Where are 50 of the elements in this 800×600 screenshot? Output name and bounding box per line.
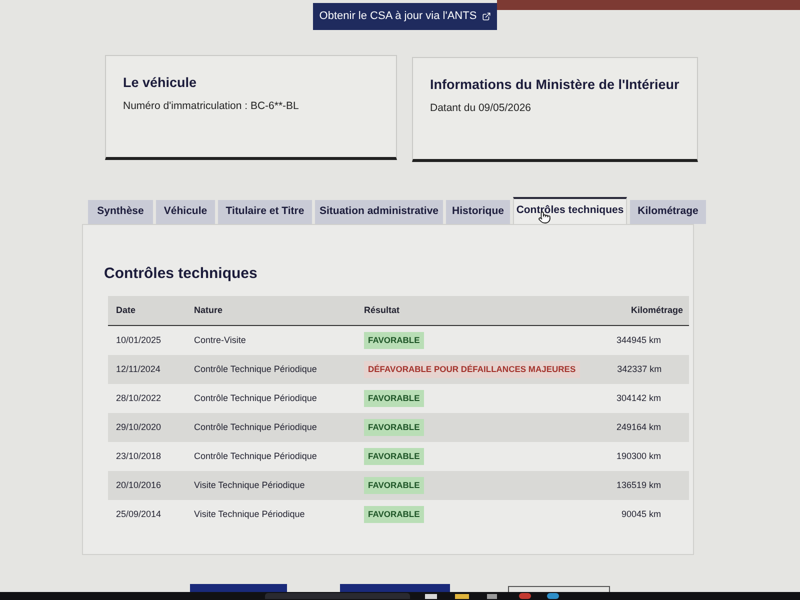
tab[interactable]: Historique bbox=[446, 200, 510, 224]
table-cell-text: 12/11/2024 bbox=[115, 363, 162, 376]
tab[interactable]: Situation administrative bbox=[315, 200, 443, 224]
table-cell-text: Contrôle Technique Périodique bbox=[194, 421, 318, 434]
table-cell-text: 20/10/2016 bbox=[115, 479, 162, 492]
tab[interactable]: Titulaire et Titre bbox=[218, 200, 312, 224]
table-cell-text: 90045 km bbox=[620, 508, 662, 522]
app-icon[interactable] bbox=[455, 594, 469, 599]
column-header: Kilométrage bbox=[630, 304, 684, 318]
external-link-icon bbox=[482, 12, 491, 21]
ants-link-button[interactable]: Obtenir le CSA à jour via l'ANTS bbox=[313, 3, 497, 30]
table-cell-text: 344945 km bbox=[615, 334, 662, 348]
table-cell-text: 10/01/2025 bbox=[115, 334, 162, 348]
result-badge: FAVORABLE bbox=[364, 506, 424, 524]
table-cell-text: Contrôle Technique Périodique bbox=[194, 363, 318, 376]
table-cell-text: 28/10/2022 bbox=[115, 392, 162, 406]
card-title: Le véhicule bbox=[123, 74, 198, 92]
table-cell-text: 136519 km bbox=[615, 479, 662, 492]
result-badge: FAVORABLE bbox=[364, 390, 424, 408]
search-field[interactable] bbox=[265, 593, 410, 600]
table-cell-text: 249164 km bbox=[615, 421, 662, 434]
result-badge: FAVORABLE bbox=[364, 419, 424, 436]
table-cell-text: Contrôle Technique Périodique bbox=[194, 392, 318, 406]
column-header: Date bbox=[115, 304, 137, 318]
result-badge: FAVORABLE bbox=[364, 477, 424, 494]
table-cell-text: 23/10/2018 bbox=[115, 450, 162, 464]
card-text: Numéro d'immatriculation : BC-6**-BL bbox=[123, 99, 300, 114]
result-badge: FAVORABLE bbox=[364, 332, 424, 350]
column-header: Résultat bbox=[364, 304, 401, 318]
result-badge: DÉFAVORABLE POUR DÉFAILLANCES MAJEURES bbox=[364, 361, 580, 378]
table-cell-text: 342337 km bbox=[616, 363, 663, 376]
app-icon[interactable] bbox=[425, 594, 437, 599]
table-cell-text: Contre-Visite bbox=[194, 334, 247, 348]
table-cell-text: Visite Technique Périodique bbox=[194, 479, 306, 492]
table-cell-text: 29/10/2020 bbox=[115, 421, 162, 434]
tab[interactable]: Synthèse bbox=[88, 200, 153, 224]
result-badge: FAVORABLE bbox=[364, 448, 424, 466]
table-cell-text: Contrôle Technique Périodique bbox=[194, 450, 318, 464]
card-text: Datant du 09/05/2026 bbox=[430, 101, 532, 116]
tab[interactable]: Contrôles techniques bbox=[513, 196, 627, 224]
app-icon[interactable] bbox=[487, 594, 497, 599]
table-cell-text: 304142 km bbox=[615, 392, 662, 406]
tab[interactable]: Kilométrage bbox=[630, 200, 706, 224]
table-cell-text: 25/09/2014 bbox=[115, 508, 162, 522]
column-header: Nature bbox=[194, 304, 224, 318]
table-cell-text: 190300 km bbox=[615, 450, 662, 464]
table-cell-text: Visite Technique Périodique bbox=[194, 508, 306, 522]
card-title: Informations du Ministère de l'Intérieur bbox=[430, 76, 680, 94]
tab[interactable]: Véhicule bbox=[156, 200, 215, 224]
panel-title: Contrôles techniques bbox=[104, 264, 258, 284]
